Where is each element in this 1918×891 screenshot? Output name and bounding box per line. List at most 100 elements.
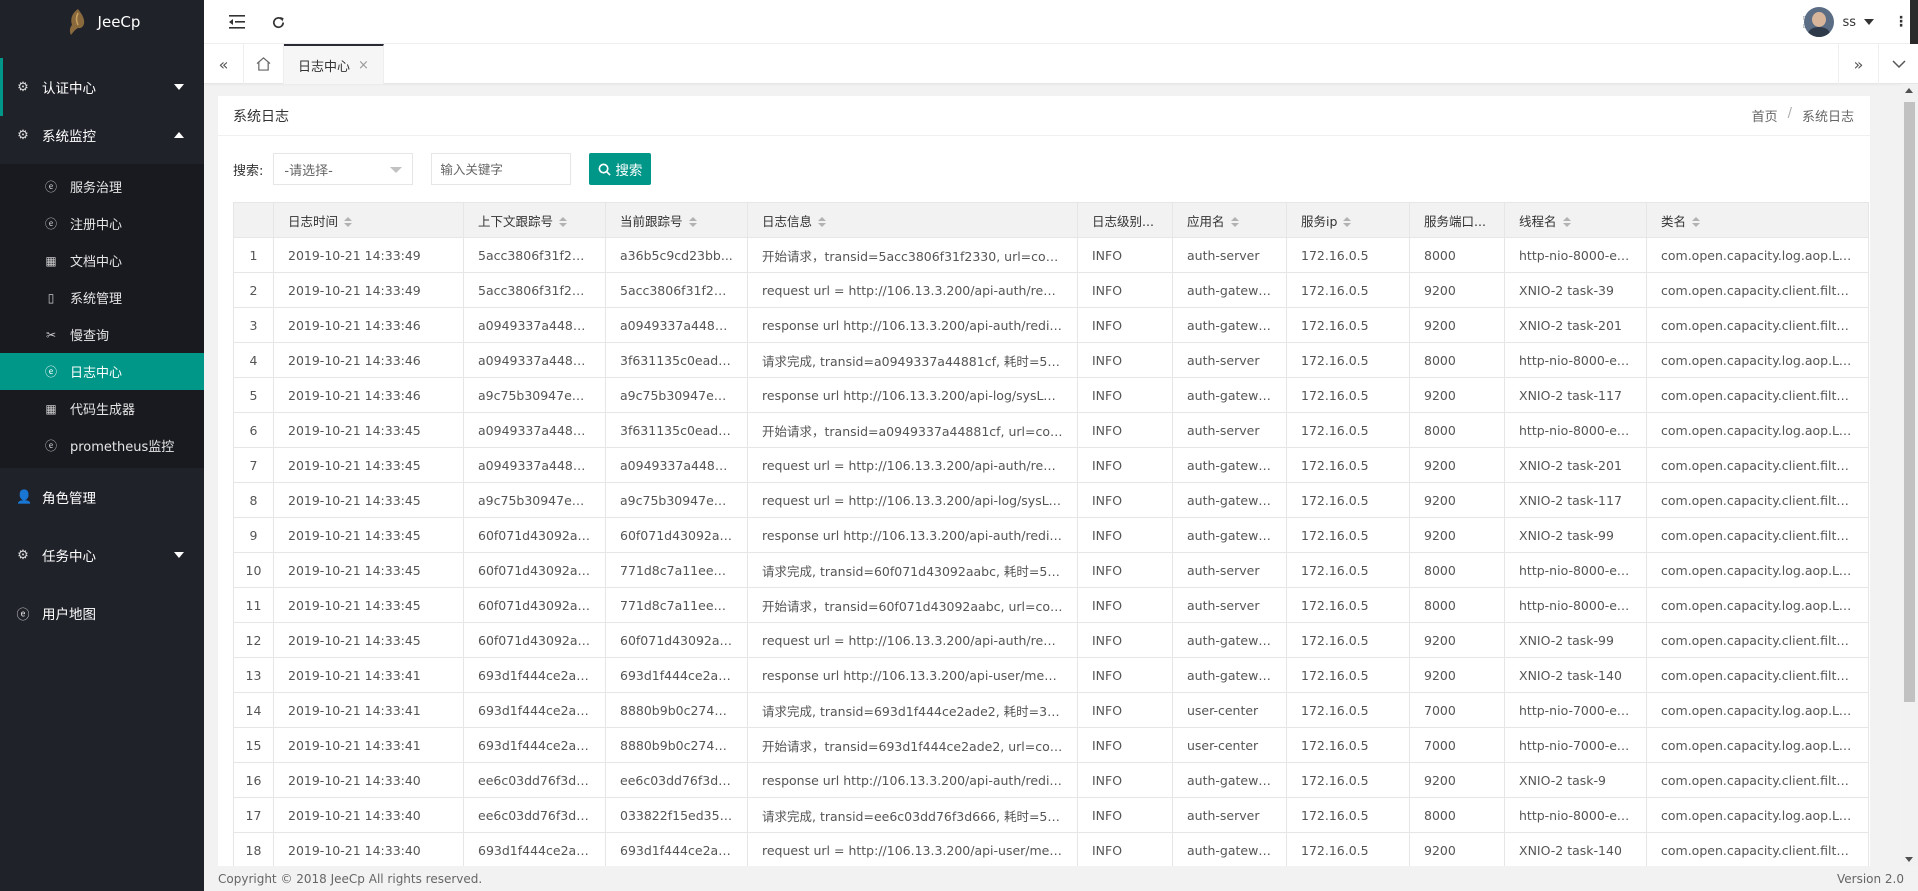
table-cell: com.open.capacity.log.aop.LogA... — [1646, 237, 1869, 273]
table-cell: auth-gateway — [1172, 657, 1287, 693]
sort-icon[interactable] — [1230, 217, 1239, 227]
column-header[interactable]: 上下文跟踪号 — [463, 202, 606, 238]
table-row[interactable]: 3 2019-10-21 14:33:46 a0949337a44881cf a094… — [233, 307, 1869, 343]
search-button[interactable]: 搜索 — [589, 153, 652, 185]
sort-icon[interactable] — [344, 217, 353, 227]
table-cell: com.open.capacity.client.filter.Re... — [1646, 832, 1869, 866]
tabs-scroll-left-button[interactable]: « — [204, 44, 244, 84]
table-row[interactable]: 2 2019-10-21 14:33:49 5acc3806f31f2330 5acc… — [233, 272, 1869, 308]
sidebar-subitem-registry[interactable]: ⓔ 注册中心 — [0, 205, 204, 242]
field-select[interactable]: -请选择- — [273, 153, 414, 185]
menu-toggle-button[interactable] — [222, 0, 252, 44]
table-row[interactable]: 7 2019-10-21 14:33:45 a0949337a44881cf a094… — [233, 447, 1869, 483]
sidebar-item-task-center[interactable]: ⚙ 任务中心 — [0, 526, 204, 584]
column-header[interactable]: 服务端口... — [1409, 202, 1505, 238]
table-cell: 2019-10-21 14:33:49 — [273, 272, 464, 308]
table-cell: 172.16.0.5 — [1286, 377, 1410, 413]
page-scrollbar[interactable] — [1901, 84, 1918, 866]
table-row[interactable]: 16 2019-10-21 14:33:40 ee6c03dd76f3d666 ee6… — [233, 762, 1869, 798]
column-header[interactable]: 日志级别... — [1077, 202, 1173, 238]
table-row[interactable]: 11 2019-10-21 14:33:45 60f071d43092aabc 771… — [233, 587, 1869, 623]
table-cell: 2019-10-21 14:33:45 — [273, 622, 464, 658]
app-icon: ▦ — [45, 253, 57, 268]
table-row[interactable]: 9 2019-10-21 14:33:45 60f071d43092aabc 60f0… — [233, 517, 1869, 553]
table-row[interactable]: 12 2019-10-21 14:33:45 60f071d43092aabc 60f… — [233, 622, 1869, 658]
table-row[interactable]: 5 2019-10-21 14:33:46 a9c75b30947eb99f a9c7… — [233, 377, 1869, 413]
table-cell: auth-gateway — [1172, 622, 1287, 658]
table-row[interactable]: 13 2019-10-21 14:33:41 693d1f444ce2ade2 693… — [233, 657, 1869, 693]
close-icon[interactable]: × — [358, 58, 369, 73]
column-header[interactable]: 日志信息 — [747, 202, 1078, 238]
tabs-scroll-right-button[interactable]: » — [1838, 44, 1878, 84]
sort-icon[interactable] — [1562, 217, 1571, 227]
refresh-button[interactable] — [263, 0, 293, 44]
tabs-options-button[interactable] — [1878, 44, 1918, 84]
table-cell: 2019-10-21 14:33:41 — [273, 692, 464, 728]
table-row[interactable]: 1 2019-10-21 14:33:49 5acc3806f31f2330 a36b… — [233, 237, 1869, 273]
table-cell: auth-gateway — [1172, 307, 1287, 343]
more-button[interactable]: ⋮ — [1894, 0, 1908, 44]
table-cell: 2019-10-21 14:33:41 — [273, 657, 464, 693]
table-cell: 5acc3806f31f2330 — [463, 237, 606, 273]
sidebar-subitem-service-governance[interactable]: ⓔ 服务治理 — [0, 168, 204, 205]
sort-icon[interactable] — [1692, 217, 1701, 227]
sort-icon[interactable] — [559, 217, 568, 227]
column-header[interactable]: 类名 — [1646, 202, 1869, 238]
sort-icon[interactable] — [818, 217, 827, 227]
breadcrumb-home[interactable]: 首页 — [1752, 106, 1778, 125]
scroll-down-icon[interactable] — [1905, 857, 1913, 862]
table-cell: ee6c03dd76f3d666 — [463, 797, 606, 833]
column-header[interactable]: 当前跟踪号 — [605, 202, 748, 238]
table-cell: 开始请求，transid=5acc3806f31f2330, url=com.o… — [747, 237, 1078, 273]
table-cell: 771d8c7a11ee00f1 — [605, 587, 748, 623]
sidebar-subitem-system-management[interactable]: ▯ 系统管理 — [0, 279, 204, 316]
table-row[interactable]: 18 2019-10-21 14:33:40 693d1f444ce2ade2 693… — [233, 832, 1869, 866]
sidebar-item-system-monitor[interactable]: ⚙ 系统监控 — [0, 106, 204, 164]
sort-icon[interactable] — [688, 217, 697, 227]
column-header[interactable]: 应用名 — [1172, 202, 1287, 238]
table-cell: 8000 — [1409, 237, 1505, 273]
table-row[interactable]: 4 2019-10-21 14:33:46 a0949337a44881cf 3f63… — [233, 342, 1869, 378]
table-cell: auth-gateway — [1172, 482, 1287, 518]
table-cell: 8000 — [1409, 587, 1505, 623]
more-vertical-icon: ⋮ — [1894, 14, 1908, 30]
table-cell: 693d1f444ce2ade2 — [463, 727, 606, 763]
table-row[interactable]: 10 2019-10-21 14:33:45 60f071d43092aabc 771… — [233, 552, 1869, 588]
table-cell: 请求完成, transid=60f071d43092aabc, 耗时=50, r… — [747, 552, 1078, 588]
sidebar-subitem-prometheus[interactable]: ⓔ prometheus监控 — [0, 427, 204, 464]
column-header[interactable]: 服务ip — [1286, 202, 1410, 238]
column-header[interactable]: 线程名 — [1504, 202, 1647, 238]
table-cell: ee6c03dd76f3d666 — [605, 762, 748, 798]
table-cell: 2019-10-21 14:33:45 — [273, 587, 464, 623]
table-cell: 8000 — [1409, 797, 1505, 833]
keyword-input[interactable] — [431, 153, 572, 185]
table-row[interactable]: 8 2019-10-21 14:33:45 a9c75b30947eb99f a9c7… — [233, 482, 1869, 518]
column-header-label: 服务ip — [1301, 213, 1338, 229]
scrollbar-thumb[interactable] — [1904, 102, 1915, 702]
table-row[interactable]: 6 2019-10-21 14:33:45 a0949337a44881cf 3f63… — [233, 412, 1869, 448]
sidebar-item-role-management[interactable]: 👤 角色管理 — [0, 468, 204, 526]
sidebar-subitem-code-generator[interactable]: ▦ 代码生成器 — [0, 390, 204, 427]
table-cell: auth-gateway — [1172, 377, 1287, 413]
logo[interactable]: JeeCp — [0, 0, 204, 44]
table-cell: a9c75b30947eb99f — [605, 377, 748, 413]
table-row[interactable]: 14 2019-10-21 14:33:41 693d1f444ce2ade2 888… — [233, 692, 1869, 728]
table-cell: 172.16.0.5 — [1286, 552, 1410, 588]
sidebar-subitem-slow-query[interactable]: ✂ 慢查询 — [0, 316, 204, 353]
sidebar-subitem-log-center[interactable]: ⓔ 日志中心 — [0, 353, 204, 390]
chevron-down-icon — [174, 552, 184, 558]
table-row[interactable]: 15 2019-10-21 14:33:41 693d1f444ce2ade2 888… — [233, 727, 1869, 763]
tab-log-center[interactable]: 日志中心 × — [284, 44, 384, 84]
table-cell: 请求完成, transid=a0949337a44881cf, 耗时=51, r… — [747, 342, 1078, 378]
sort-icon[interactable] — [1343, 217, 1352, 227]
table-row[interactable]: 17 2019-10-21 14:33:40 ee6c03dd76f3d666 033… — [233, 797, 1869, 833]
sidebar-subitem-docs[interactable]: ▦ 文档中心 — [0, 242, 204, 279]
user-menu[interactable]: ss — [1804, 6, 1874, 38]
table-cell: http-nio-8000-ex... — [1504, 237, 1647, 273]
home-tab-button[interactable] — [244, 44, 284, 84]
subitem-label: 服务治理 — [70, 181, 123, 196]
sidebar-item-user-map[interactable]: ⓔ 用户地图 — [0, 584, 204, 642]
table-cell: a0949337a44881cf — [463, 342, 606, 378]
scroll-up-icon[interactable] — [1905, 88, 1913, 93]
column-header[interactable]: 日志时间 — [273, 202, 464, 238]
